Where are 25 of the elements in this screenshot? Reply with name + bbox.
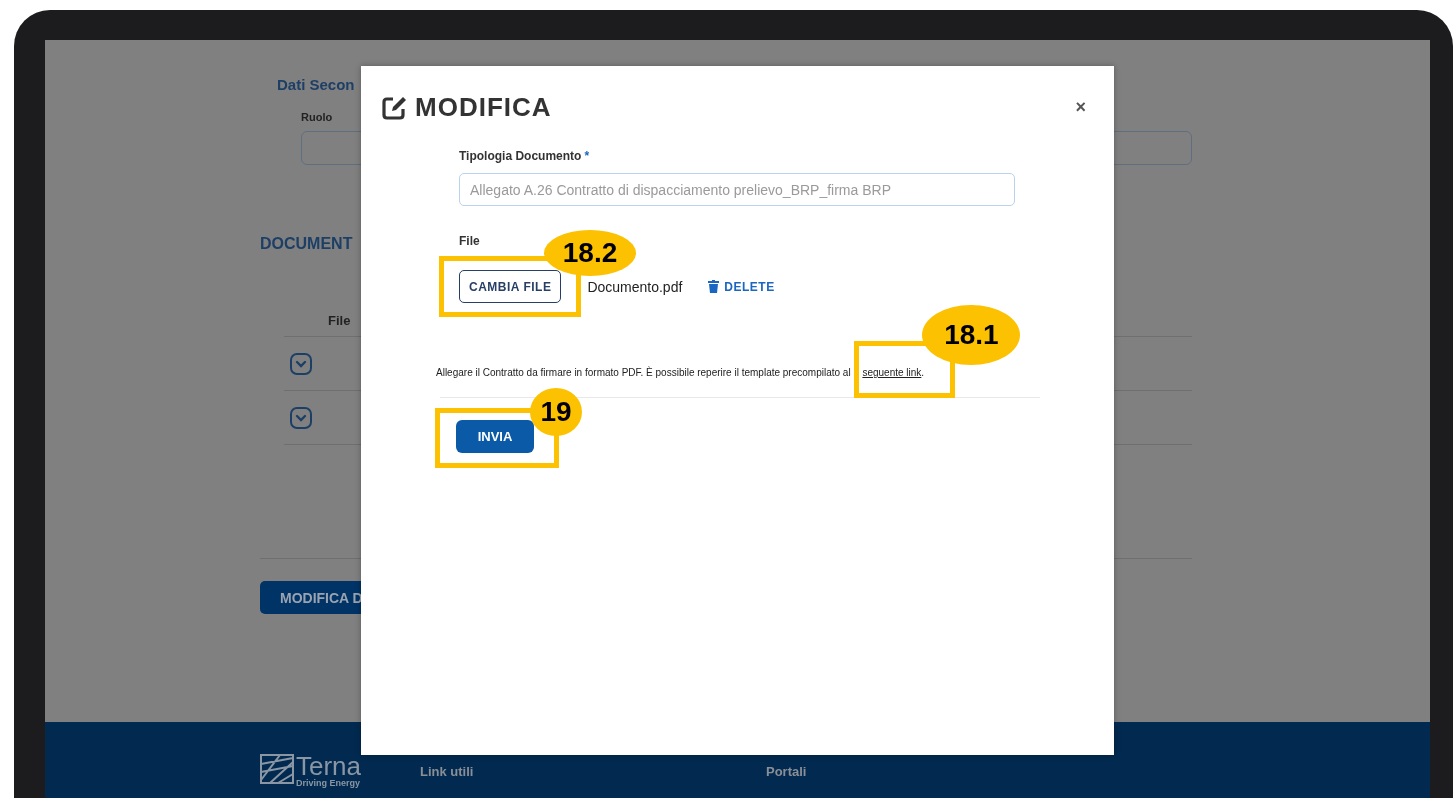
change-file-button[interactable]: CAMBIA FILE: [459, 270, 562, 303]
section-title: Dati Secon: [277, 76, 355, 93]
logo-tagline: Driving Energy: [296, 778, 361, 788]
step-badge: 19: [530, 388, 582, 436]
field-label: Ruolo: [301, 111, 333, 123]
column-header: File: [328, 313, 351, 328]
chevron-icon[interactable]: [290, 352, 312, 375]
close-button[interactable]: ×: [1067, 97, 1094, 118]
trash-icon[interactable]: [708, 280, 720, 293]
submit-button[interactable]: INVIA: [456, 420, 534, 453]
step-badge: 18.1: [922, 305, 1021, 365]
step-badge: 18.2: [544, 230, 636, 276]
chevron-icon[interactable]: [290, 406, 312, 429]
required-mark: *: [584, 149, 590, 163]
dialog-title: MODIFICA: [415, 92, 552, 123]
field-label: File: [459, 234, 480, 248]
section-title: DOCUMENT: [260, 235, 353, 253]
logo-icon: [260, 754, 294, 784]
footer-heading: Portali: [766, 763, 808, 779]
file-name: Documento.pdf: [587, 278, 683, 295]
logo-name: Terna: [296, 754, 362, 778]
field-label: Tipologia Documento: [459, 149, 582, 163]
delete-link[interactable]: DELETE: [724, 279, 775, 294]
footer-heading: Link utili: [420, 763, 475, 779]
edit-icon: [381, 94, 407, 121]
